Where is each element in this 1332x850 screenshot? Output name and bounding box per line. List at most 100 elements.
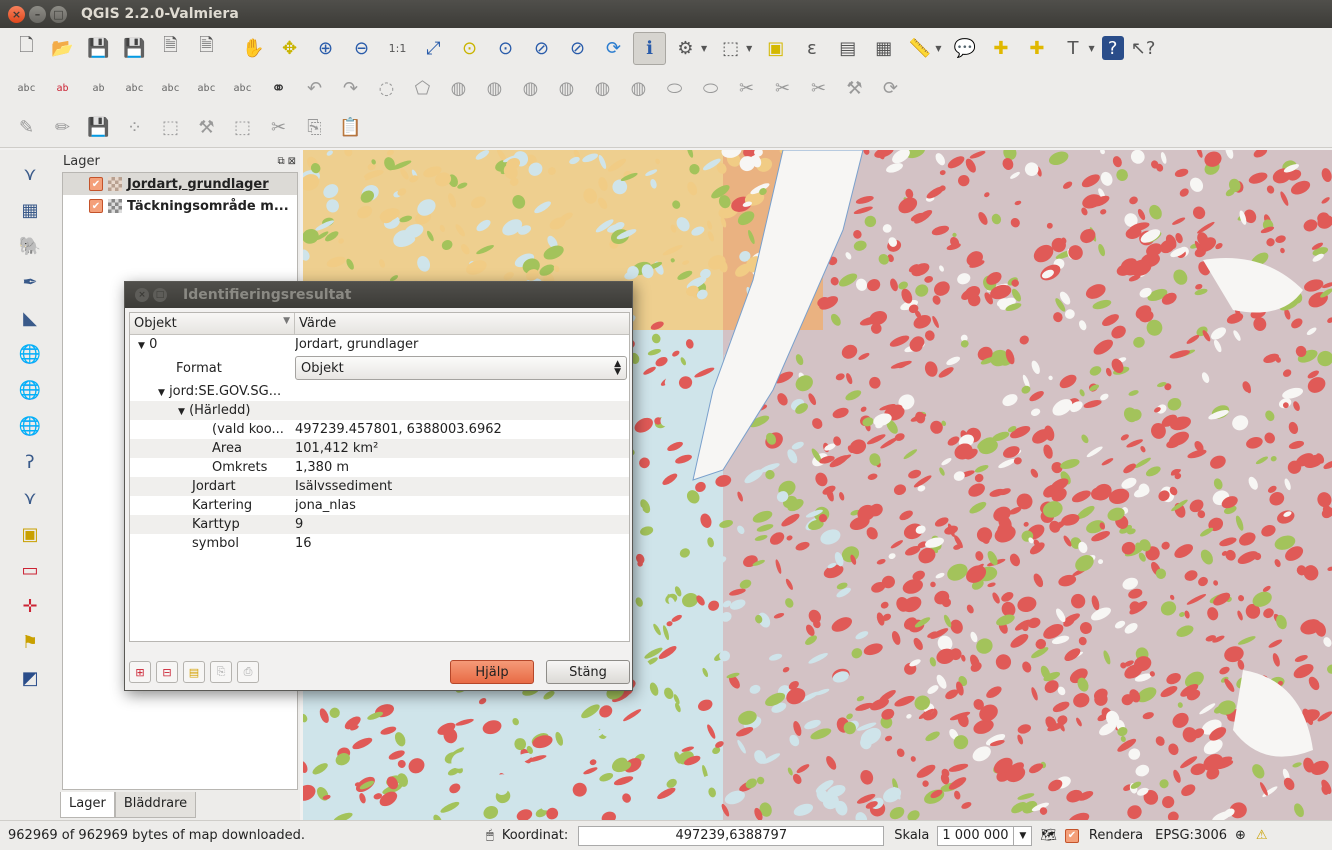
node-tool-icon[interactable]: ⚒ [838,72,871,105]
field-calculator-icon[interactable]: ▦ [867,32,900,65]
label-icon[interactable]: ab [46,72,79,105]
chevron-down-icon[interactable]: ▼ [1088,44,1094,53]
coordinate-capture-icon[interactable]: ✛ [13,590,47,622]
zoom-last-icon[interactable]: ⊘ [525,32,558,65]
save-as-icon[interactable]: 💾 [118,32,151,65]
zoom-in-icon[interactable]: ⊕ [309,32,342,65]
add-postgis-layer-icon[interactable]: 🐘 [13,230,47,262]
select-icon[interactable]: ⬚ [714,32,747,65]
spatial-query-icon[interactable]: ⚑ [13,626,47,658]
help-icon[interactable]: ? [1101,36,1124,60]
help-button[interactable]: Hjälp [450,660,534,684]
reshape-icon[interactable]: ◍ [550,72,583,105]
crs-button[interactable]: EPSG:3006 [1155,828,1227,843]
copy-features-icon[interactable]: ⎘ [298,111,331,144]
chevron-down-icon[interactable]: ▼ [746,44,752,53]
move-label-icon[interactable]: abc [154,72,187,105]
messages-warning-icon[interactable]: ⚠ [1256,828,1268,843]
dialog-maximize-icon[interactable]: □ [153,288,167,302]
tree-row-feature[interactable]: ▼ jord:SE.GOV.SG... [130,384,295,399]
show-bookmarks-icon[interactable]: ✚ [1020,32,1053,65]
maximize-window-button[interactable]: □ [50,5,67,23]
dialog-close-icon[interactable]: × [135,288,149,302]
add-wms-layer-icon[interactable]: 🌐 [13,338,47,370]
pan-to-selection-icon[interactable]: ✥ [273,32,306,65]
current-edits-icon[interactable]: ✎ [10,111,43,144]
measure-icon[interactable]: 📏 [903,32,936,65]
new-shapefile-icon[interactable]: ▣ [13,518,47,550]
close-button[interactable]: Stäng [546,660,630,684]
add-ring-icon[interactable]: ◌ [370,72,403,105]
pan-icon[interactable]: ✋ [237,32,270,65]
show-hide-labels-icon[interactable]: abc [118,72,151,105]
offset-curve-icon[interactable]: ◍ [586,72,619,105]
annotation-icon[interactable]: 💬 [948,32,981,65]
split-features-icon[interactable]: ✂ [730,72,763,105]
close-panel-icon[interactable]: ⊠ [288,156,296,167]
add-wfs-layer-icon[interactable]: 🌐 [13,410,47,442]
refresh-icon[interactable]: ⟳ [597,32,630,65]
expand-all-icon[interactable]: ⊞ [129,661,151,683]
remove-layer-icon[interactable]: ▭ [13,554,47,586]
column-header-value[interactable]: Värde [295,313,629,334]
simplify-icon[interactable]: ◍ [622,72,655,105]
collapse-all-icon[interactable]: ⊟ [156,661,178,683]
pin-labels-icon[interactable]: ab [82,72,115,105]
rotate-feature-icon[interactable]: ⟳ [874,72,907,105]
open-project-icon[interactable]: 📂 [46,32,79,65]
paste-features-icon[interactable]: 📋 [334,111,367,144]
delete-part-icon[interactable]: ◍ [514,72,547,105]
scale-combo[interactable]: 1 000 000 ▼ [937,825,1033,846]
layer-labeling-icon[interactable]: abc [10,72,43,105]
zoom-full-icon[interactable]: ⤢ [417,32,450,65]
action-icon[interactable]: ⚙ [669,32,702,65]
layer-item[interactable]: ✔ Täckningsområde m... [63,195,297,217]
zoom-next-icon[interactable]: ⊘ [561,32,594,65]
merge-features-icon[interactable]: ⬭ [658,72,691,105]
new-vector-layer-icon[interactable]: ⋎ [13,482,47,514]
add-spatialite-layer-icon[interactable]: ✒ [13,266,47,298]
composer-manager-icon[interactable]: 🗎 [190,32,223,65]
cut-features-icon[interactable]: ✂ [262,111,295,144]
tab-browser[interactable]: Bläddrare [114,792,197,818]
column-header-object[interactable]: Objekt ▼ [130,313,295,334]
node-tool-icon[interactable]: ⚒ [190,111,223,144]
fill-ring-icon[interactable]: ◍ [442,72,475,105]
new-bookmark-icon[interactable]: ✚ [984,32,1017,65]
chevron-down-icon[interactable]: ▼ [701,44,707,53]
add-feature-icon[interactable]: ⁘ [118,111,151,144]
add-part-icon[interactable]: ⬠ [406,72,439,105]
whats-this-icon[interactable]: ↖? [1127,32,1160,65]
chevron-down-icon[interactable]: ▼ [935,44,941,53]
stop-render-icon[interactable]: 🗺 [1040,828,1057,843]
layer-visibility-checkbox[interactable]: ✔ [89,199,103,213]
close-window-button[interactable]: × [8,5,25,23]
split-parts-icon[interactable]: ✂ [766,72,799,105]
tab-layers[interactable]: Lager [60,792,115,818]
layer-visibility-checkbox[interactable]: ✔ [89,177,103,191]
crs-globe-icon[interactable]: ⊕ [1235,828,1246,843]
merge-attributes-icon[interactable]: ⬭ [694,72,727,105]
text-annotation-icon[interactable]: T [1056,32,1089,65]
tree-row-root[interactable]: ▼ 0 [130,337,295,352]
change-label-icon[interactable]: abc [226,72,259,105]
delete-selected-icon[interactable]: ⬚ [226,111,259,144]
coordinate-toggle-icon[interactable]: 🖱 [486,828,494,843]
new-project-icon[interactable]: 🗋 [10,32,43,65]
add-wcs-layer-icon[interactable]: 🌐 [13,374,47,406]
add-vector-layer-icon[interactable]: ⋎ [13,158,47,190]
tree-row-derived[interactable]: ▼ (Härledd) [130,403,295,418]
binoculars-icon[interactable]: ⚭ [262,72,295,105]
zoom-out-icon[interactable]: ⊖ [345,32,378,65]
attribute-table-icon[interactable]: ▤ [831,32,864,65]
coordinate-field[interactable]: 497239,6388797 [578,825,885,846]
delete-ring-icon[interactable]: ◍ [478,72,511,105]
layer-item[interactable]: ✔ Jordart, grundlager [63,173,297,195]
zoom-actual-icon[interactable]: 1:1 [381,32,414,65]
format-select[interactable]: Objekt ▲ ▼ [295,356,627,380]
redo-icon[interactable]: ↷ [334,72,367,105]
move-feature-icon[interactable]: ⬚ [154,111,187,144]
float-panel-icon[interactable]: ⧉ [277,156,284,167]
georeferencer-icon[interactable]: ◩ [13,662,47,694]
expand-new-icon[interactable]: ▤ [183,661,205,683]
